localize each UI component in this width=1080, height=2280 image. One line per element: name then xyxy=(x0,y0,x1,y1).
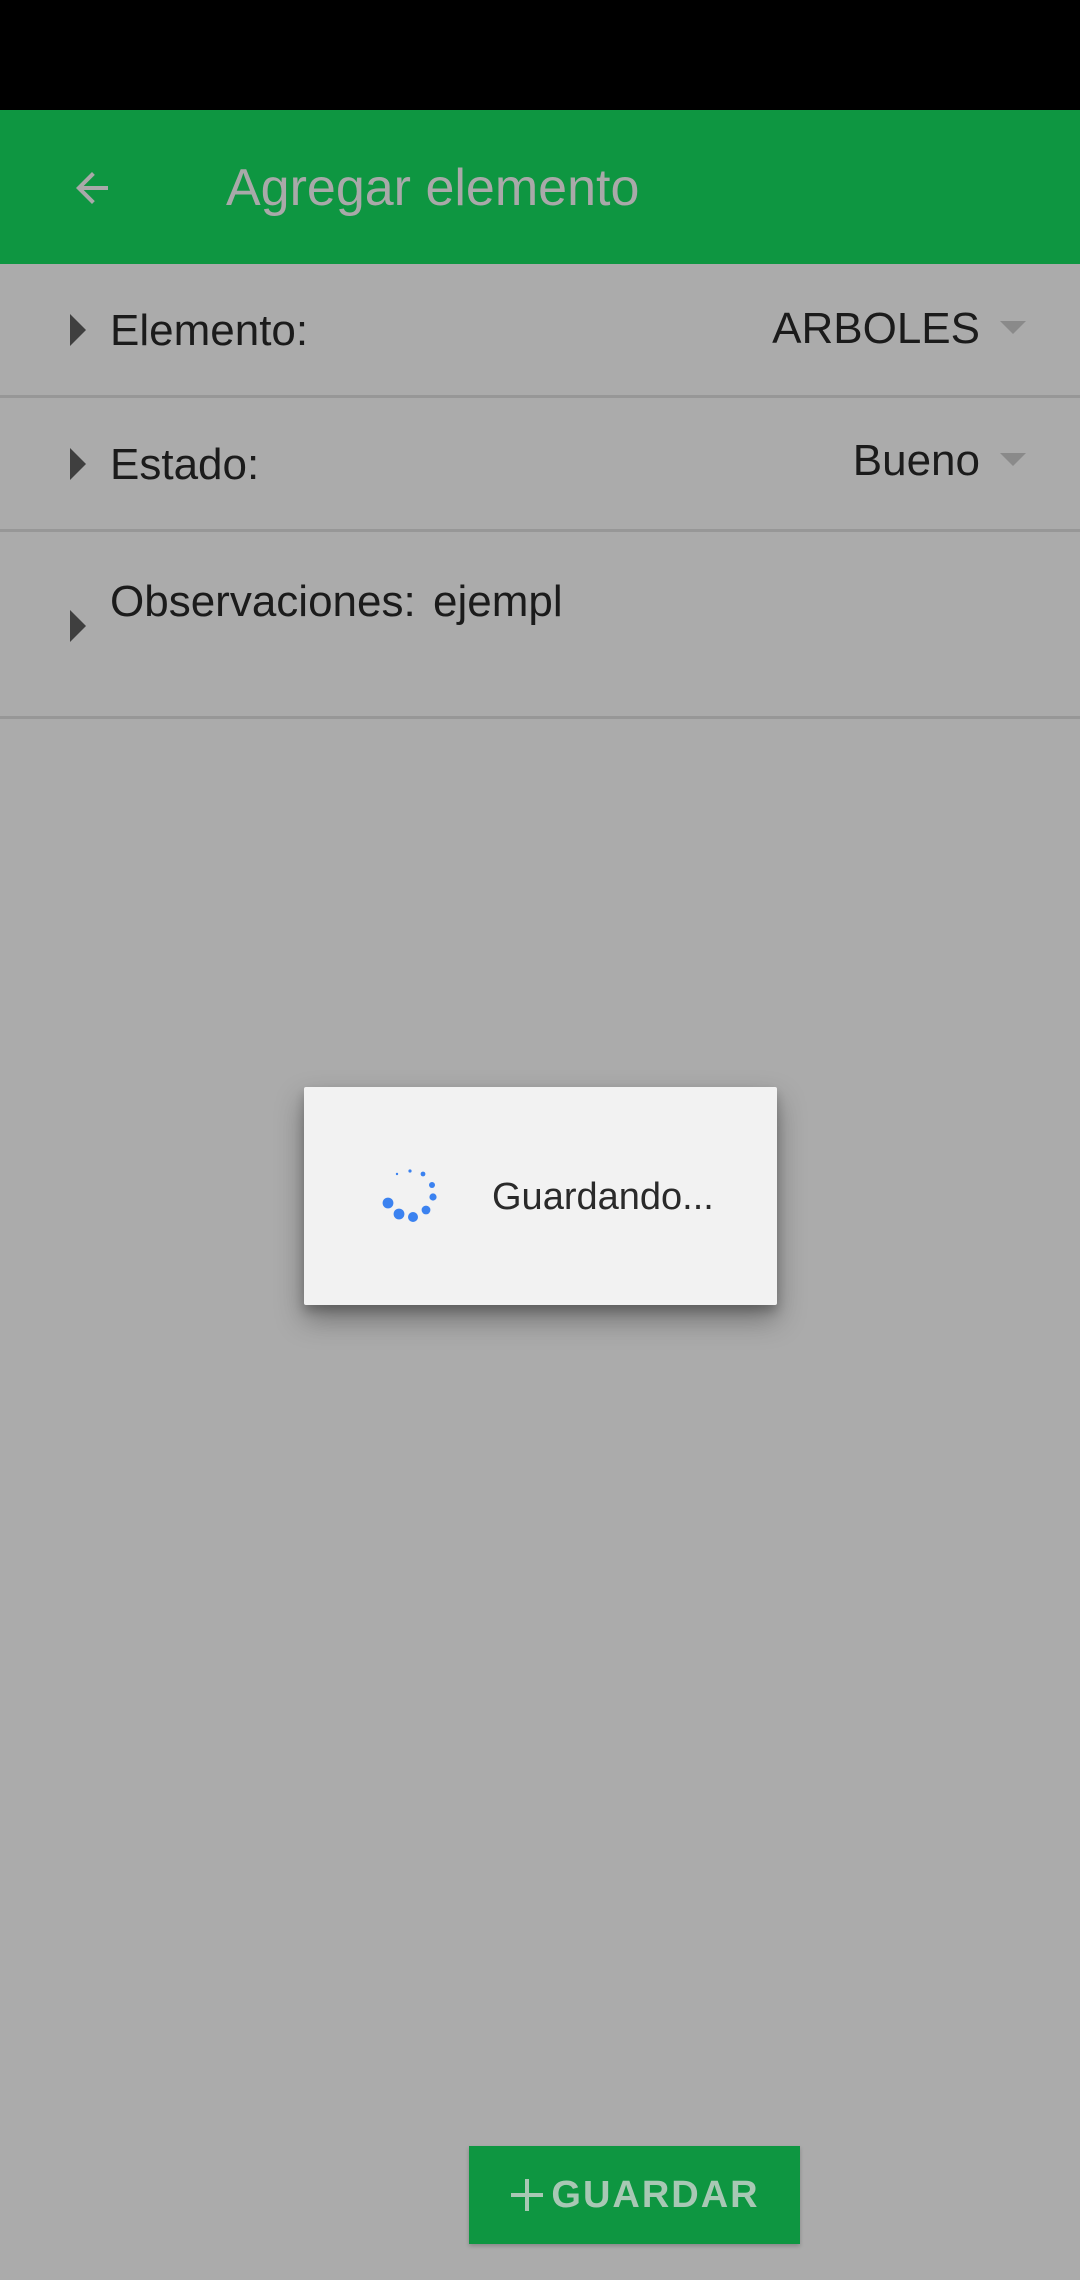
arrow-back-icon xyxy=(76,172,108,204)
element-select[interactable]: ARBOLES xyxy=(772,303,980,355)
plus-icon xyxy=(511,2179,544,2211)
expand-arrow-icon xyxy=(66,608,90,644)
status-row[interactable]: Estado: Bueno xyxy=(0,398,1080,532)
dropdown-caret-icon xyxy=(1000,453,1026,467)
observations-row[interactable]: Observaciones: ejempl xyxy=(0,532,1080,719)
back-button[interactable] xyxy=(52,148,132,228)
dropdown-caret-icon xyxy=(1000,321,1026,335)
status-select[interactable]: Bueno xyxy=(853,435,980,487)
element-label: Elemento: xyxy=(110,306,309,355)
observations-input[interactable]: ejempl xyxy=(433,576,563,628)
saving-dialog: Guardando... xyxy=(304,1087,777,1305)
loading-spinner-icon xyxy=(382,1169,437,1222)
expand-arrow-icon xyxy=(66,312,90,348)
status-bar xyxy=(0,0,1080,110)
save-button-label: GUARDAR xyxy=(551,2174,760,2216)
element-row[interactable]: Elemento: ARBOLES xyxy=(0,264,1080,398)
form: Elemento: ARBOLES Estado: Bueno Observac… xyxy=(0,264,1080,719)
expand-arrow-icon xyxy=(66,446,90,482)
save-button[interactable]: GUARDAR xyxy=(469,2146,800,2244)
status-label: Estado: xyxy=(110,440,260,489)
page-title: Agregar elemento xyxy=(226,159,640,217)
observations-label: Observaciones: xyxy=(110,577,416,626)
dialog-message: Guardando... xyxy=(492,1176,714,1218)
app-bar: Agregar elemento xyxy=(0,110,1080,264)
